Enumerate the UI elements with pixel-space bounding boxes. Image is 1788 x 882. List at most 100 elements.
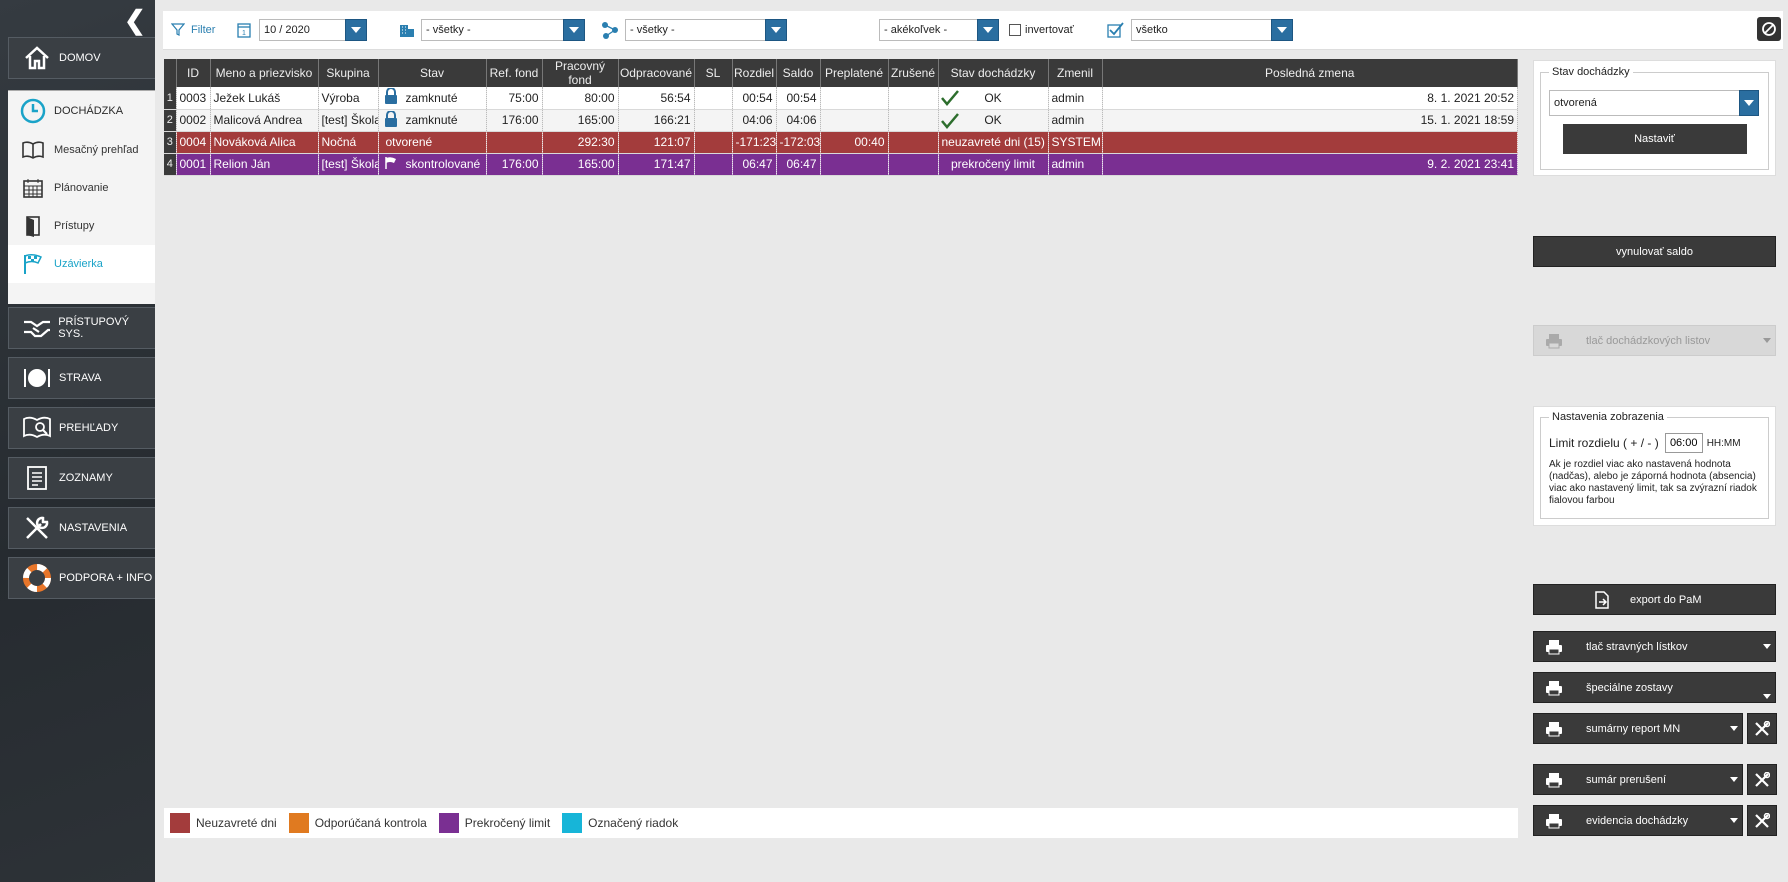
print-attendance-sheets-button[interactable]: tlač dochádzkových listov bbox=[1533, 325, 1776, 356]
column-header-work-fund[interactable]: Pracovný fond bbox=[542, 59, 619, 87]
any-select[interactable]: - akékoľvek - bbox=[879, 19, 999, 41]
department-select[interactable]: - všetky - bbox=[421, 19, 585, 41]
column-header-overpaid[interactable]: Preplatené bbox=[820, 59, 889, 87]
sidebar: ❮ DOMOV DOCHÁDZKA Mesačný prehľad Plánov… bbox=[0, 0, 155, 882]
limit-label: Limit rozdielu ( + / - ) bbox=[1549, 436, 1659, 450]
table-row[interactable]: 3 0004 Nováková Alica Nočná otvorené 292:30 12… bbox=[164, 131, 1518, 154]
chevron-down-icon[interactable] bbox=[977, 19, 999, 41]
cell-overpaid bbox=[820, 109, 889, 132]
module-nastavenia[interactable]: NASTAVENIA bbox=[8, 507, 155, 549]
summary-report-mn-button[interactable]: sumárny report MN bbox=[1533, 713, 1743, 744]
summary-mn-settings-button[interactable] bbox=[1747, 713, 1777, 744]
chevron-down-icon[interactable] bbox=[765, 19, 787, 41]
interruptions-summary-button[interactable]: sumár prerušení bbox=[1533, 764, 1743, 795]
collapse-sidebar-icon[interactable]: ❮ bbox=[124, 7, 146, 33]
display-settings-legend: Nastavenia zobrazenia bbox=[1552, 411, 1664, 423]
column-header-ref-fund[interactable]: Ref. fond bbox=[486, 59, 543, 87]
chevron-down-icon[interactable] bbox=[1763, 694, 1771, 699]
special-reports-label: špeciálne zostavy bbox=[1586, 681, 1673, 694]
column-header-changed-by[interactable]: Zmenil bbox=[1048, 59, 1103, 87]
attendance-group: DOCHÁDZKA Mesačný prehľad Plánovanie Prí… bbox=[8, 90, 155, 304]
table-row[interactable]: 4 0001 Relion Ján [test] Škola skontrolované… bbox=[164, 153, 1518, 176]
column-header-name[interactable]: Meno a priezvisko bbox=[210, 59, 319, 87]
module-prehlady[interactable]: PREHĽADY bbox=[8, 407, 155, 449]
module-zoznamy[interactable]: ZOZNAMY bbox=[8, 457, 155, 499]
group-select[interactable]: - všetky - bbox=[625, 19, 787, 41]
filter-toggle[interactable]: Filter bbox=[170, 19, 215, 41]
sidebar-item-planovanie[interactable]: Plánovanie bbox=[8, 169, 155, 207]
sidebar-item-pristupy[interactable]: Prístupy bbox=[8, 207, 155, 245]
cell-attendance-state: OK bbox=[938, 87, 1049, 110]
invert-checkbox[interactable] bbox=[1009, 24, 1021, 36]
column-header-last-change[interactable]: Posledná zmena bbox=[1102, 59, 1518, 87]
chevron-down-icon[interactable] bbox=[1730, 818, 1738, 823]
cell-cancelled bbox=[888, 131, 939, 154]
column-header-group[interactable]: Skupina bbox=[318, 59, 379, 87]
table-row[interactable]: 1 0003 Ježek Lukáš Výroba zamknuté 75:00 80:00… bbox=[164, 87, 1518, 110]
cell-id: 0001 bbox=[176, 153, 211, 176]
module-strava[interactable]: STRAVA bbox=[8, 357, 155, 399]
chevron-down-icon[interactable] bbox=[345, 19, 367, 41]
period-select[interactable]: 10 / 2020 bbox=[259, 19, 367, 41]
state-select[interactable]: všetko bbox=[1131, 19, 1293, 41]
chevron-down-icon[interactable] bbox=[1730, 777, 1738, 782]
right-panel: Stav dochádzky otvorená Nastaviť vynulov… bbox=[1533, 0, 1778, 882]
cell-worked: 56:54 bbox=[618, 87, 695, 110]
column-header-attendance-state[interactable]: Stav dochádzky bbox=[938, 59, 1049, 87]
attendance-state-value: otvorená bbox=[1554, 97, 1597, 109]
interruptions-settings-button[interactable] bbox=[1747, 764, 1777, 795]
column-header-worked[interactable]: Odpracované bbox=[618, 59, 695, 87]
cell-changed-by: admin bbox=[1048, 153, 1103, 176]
print-meal-tickets-button[interactable]: tlač stravných lístkov bbox=[1533, 631, 1776, 662]
chevron-down-icon[interactable] bbox=[1271, 19, 1293, 41]
cell-state: zamknuté bbox=[378, 87, 487, 110]
attendance-records-button[interactable]: evidencia dochádzky bbox=[1533, 805, 1743, 836]
lock-icon bbox=[384, 87, 402, 107]
cell-last-change bbox=[1102, 131, 1518, 154]
legend-item: Označený riadok bbox=[562, 813, 678, 833]
legend-swatch bbox=[288, 813, 309, 833]
chevron-down-icon[interactable] bbox=[563, 19, 585, 41]
cell-state: zamknuté bbox=[378, 109, 487, 132]
module-podpora-info[interactable]: PODPORA + INFO bbox=[8, 557, 155, 599]
column-header-state[interactable]: Stav bbox=[378, 59, 487, 87]
cell-difference: 06:47 bbox=[732, 153, 777, 176]
attendance-state-select[interactable]: otvorená bbox=[1549, 90, 1759, 116]
cell-overpaid bbox=[820, 87, 889, 110]
cell-last-change: 9. 2. 2021 23:41 bbox=[1102, 153, 1518, 176]
handshake-icon bbox=[19, 312, 54, 344]
sidebar-item-label: Uzávierka bbox=[54, 258, 103, 270]
sidebar-item-mesacny-prehlad[interactable]: Mesačný prehľad bbox=[8, 131, 155, 169]
legend-item: Prekročený limit bbox=[438, 813, 550, 833]
chevron-down-icon[interactable] bbox=[1739, 90, 1759, 116]
sidebar-item-label: Prístupy bbox=[54, 220, 95, 232]
cell-sl bbox=[694, 153, 733, 176]
printer-icon bbox=[1544, 333, 1564, 349]
cell-saldo: 00:54 bbox=[776, 87, 821, 110]
checkered-flag-icon bbox=[20, 251, 46, 277]
column-header-cancelled[interactable]: Zrušené bbox=[888, 59, 939, 87]
attendance-records-settings-button[interactable] bbox=[1747, 805, 1777, 836]
module-label: PRÍSTUPOVÝ SYS. bbox=[58, 316, 130, 340]
column-header-id[interactable]: ID bbox=[176, 59, 211, 87]
set-state-button[interactable]: Nastaviť bbox=[1562, 124, 1747, 154]
column-header-difference[interactable]: Rozdiel bbox=[732, 59, 777, 87]
row-number: 3 bbox=[164, 131, 177, 154]
sidebar-item-dochadzka[interactable]: DOCHÁDZKA bbox=[8, 91, 155, 131]
cell-sl bbox=[694, 87, 733, 110]
reset-saldo-button[interactable]: vynulovať saldo bbox=[1533, 236, 1776, 267]
print-sheets-label: tlač dochádzkových listov bbox=[1586, 334, 1711, 347]
module-pristupovy-sys[interactable]: PRÍSTUPOVÝ SYS. bbox=[8, 307, 155, 349]
chevron-down-icon[interactable] bbox=[1730, 726, 1738, 731]
checkmark-box-icon bbox=[1107, 19, 1125, 41]
sidebar-item-uzavierka[interactable]: Uzávierka bbox=[8, 245, 155, 283]
column-header-sl[interactable]: SL bbox=[694, 59, 733, 87]
legend-swatch bbox=[562, 813, 583, 833]
special-reports-button[interactable]: špeciálne zostavy bbox=[1533, 672, 1776, 703]
chevron-down-icon[interactable] bbox=[1763, 644, 1771, 649]
limit-input[interactable] bbox=[1664, 433, 1703, 453]
export-pam-button[interactable]: export do PaM bbox=[1533, 584, 1776, 615]
module-domov[interactable]: DOMOV bbox=[8, 37, 155, 79]
table-row[interactable]: 2 0002 Malicová Andrea [test] Škola zamknuté… bbox=[164, 109, 1518, 132]
column-header-saldo[interactable]: Saldo bbox=[776, 59, 821, 87]
